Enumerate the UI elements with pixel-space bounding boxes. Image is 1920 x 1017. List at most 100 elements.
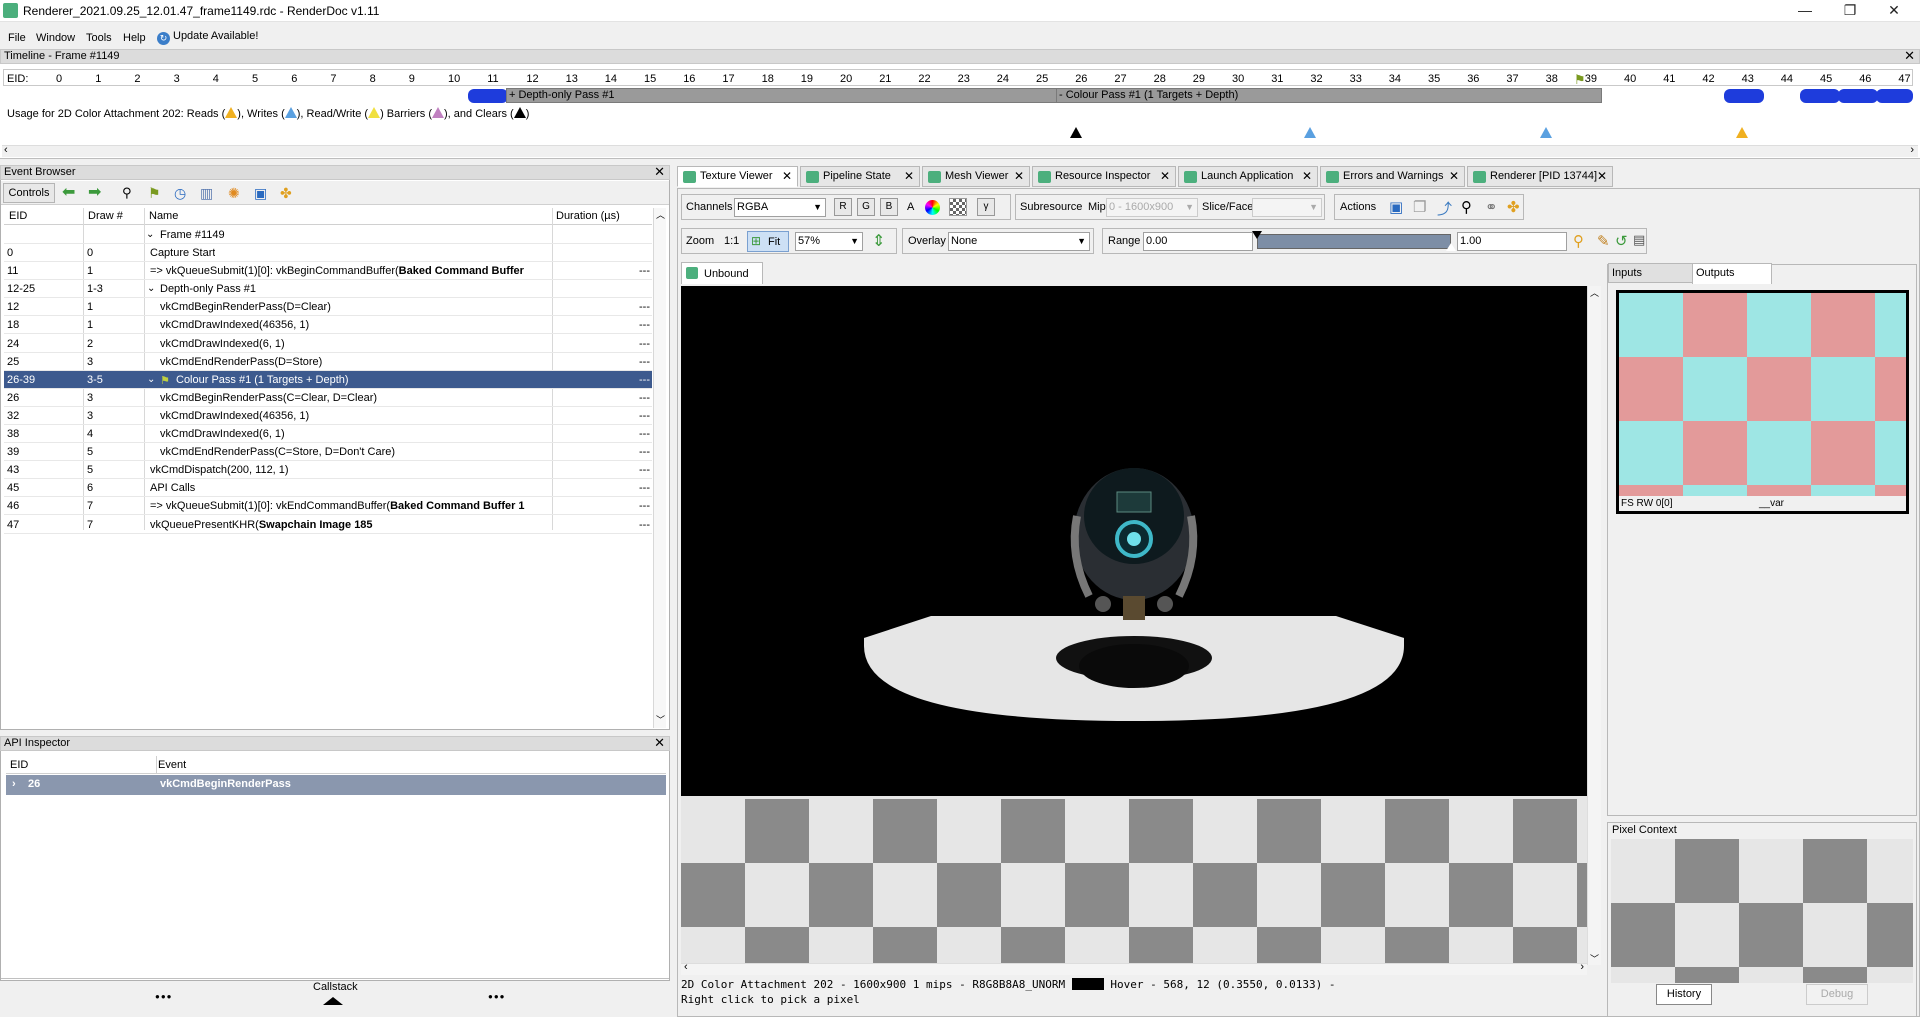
tab-errors-warnings[interactable]: Errors and Warnings ✕ — [1320, 166, 1465, 187]
controls-button[interactable]: Controls — [3, 183, 55, 203]
range-max-input[interactable]: 1.00 — [1457, 232, 1567, 251]
event-pill[interactable] — [468, 89, 508, 103]
histogram-icon[interactable]: ▤ — [1633, 232, 1645, 248]
save-icon[interactable]: ▣ — [254, 186, 270, 202]
col-draw[interactable]: Draw # — [88, 210, 123, 222]
col-eid[interactable]: EID — [9, 210, 27, 222]
texture-viewport[interactable] — [681, 286, 1587, 965]
binoculars-icon[interactable]: ⚲ — [1461, 198, 1472, 216]
table-row[interactable]: 0 0 Capture Start — [4, 244, 652, 262]
resource-link[interactable]: Swapchain Image 185 — [259, 519, 373, 531]
checkerboard-toggle-icon[interactable] — [949, 198, 967, 216]
col-eid[interactable]: EID — [10, 759, 28, 771]
fit-button[interactable]: ⊞ Fit — [747, 231, 789, 252]
table-row[interactable]: 46 7 => vkQueueSubmit(1)[0]: vkEndCommandB… — [4, 497, 652, 516]
range-min-handle[interactable] — [1252, 231, 1262, 239]
close-icon[interactable]: ✕ — [904, 167, 914, 186]
resource-link[interactable]: Baked Command Buffer — [399, 265, 524, 277]
prev-arrow-icon[interactable]: ⬅ — [62, 185, 78, 202]
scroll-left-icon[interactable]: ‹ — [4, 144, 8, 156]
scroll-right-icon[interactable]: › — [1580, 961, 1584, 973]
menu-tools[interactable]: Tools — [86, 32, 112, 44]
callstack-label[interactable]: Callstack — [313, 981, 358, 993]
close-icon[interactable]: ✕ — [782, 167, 792, 186]
scroll-right-icon[interactable]: › — [1910, 144, 1914, 156]
overlay-select[interactable]: None ▼ — [948, 232, 1090, 251]
gamma-toggle[interactable]: γ — [977, 198, 995, 216]
tab-mesh-viewer[interactable]: Mesh Viewer ✕ — [922, 166, 1030, 187]
table-row[interactable]: 26 3 vkCmdBeginRenderPass(C=Clear, D=Clear… — [4, 389, 652, 407]
puzzle-icon[interactable]: ✤ — [1507, 198, 1520, 216]
splitter-dots-right[interactable]: ●●● — [488, 992, 506, 1001]
zoom-1to1-button[interactable]: 1:1 — [724, 235, 739, 247]
channels-select[interactable]: RGBA ▼ — [734, 198, 826, 217]
puzzle-icon[interactable]: ✤ — [280, 186, 296, 202]
colour-pass-bar[interactable]: - Colour Pass #1 (1 Targets + Depth) — [1056, 88, 1602, 103]
menu-file[interactable]: File — [8, 32, 26, 44]
next-arrow-icon[interactable]: ➡ — [88, 185, 104, 202]
table-row[interactable]: 24 2 vkCmdDrawIndexed(6, 1) --- — [4, 335, 652, 353]
mip-select[interactable]: 0 - 1600x900 ▼ — [1106, 198, 1198, 217]
chevron-down-icon[interactable]: ⌄ — [147, 374, 155, 385]
reset-range-icon[interactable]: ↺ — [1615, 232, 1628, 250]
tab-resource-inspector[interactable]: Resource Inspector ✕ — [1032, 166, 1176, 187]
chevron-up-icon[interactable]: ︿ — [656, 208, 665, 221]
range-histogram-slider[interactable] — [1257, 234, 1451, 249]
write-marker[interactable] — [1304, 127, 1316, 138]
stats-icon[interactable]: ▥ — [200, 186, 216, 202]
maximize-button[interactable]: ❐ — [1830, 0, 1870, 22]
output-thumbnail[interactable]: FS RW 0[0] __var — [1616, 290, 1909, 514]
clear-marker[interactable] — [1070, 127, 1082, 138]
chevron-up-icon[interactable]: ︿ — [1590, 286, 1599, 299]
event-pill[interactable] — [1876, 89, 1913, 103]
find-binoculars-icon[interactable]: ⚲ — [122, 186, 138, 202]
update-available-link[interactable]: ↻ Update Available! — [157, 30, 258, 45]
settings-gear-icon[interactable]: ✺ — [228, 186, 244, 202]
close-window-button[interactable]: ✕ — [1874, 0, 1914, 22]
tab-texture-viewer[interactable]: Texture Viewer ✕ — [677, 166, 798, 187]
bookmark-flag-icon[interactable]: ⚑ — [148, 186, 164, 202]
table-row[interactable]: 12 1 vkCmdBeginRenderPass(D=Clear) --- — [4, 298, 652, 317]
menu-window[interactable]: Window — [36, 32, 75, 44]
chevron-down-icon[interactable]: ⌄ — [146, 229, 154, 240]
tab-renderer-pid[interactable]: Renderer [PID 13744] ✕ — [1467, 166, 1613, 187]
close-icon[interactable]: ✕ — [1160, 167, 1170, 186]
copy-icon[interactable]: ❐ — [1413, 198, 1426, 216]
history-button[interactable]: History — [1656, 984, 1712, 1005]
green-channel-toggle[interactable]: G — [857, 198, 875, 216]
table-row[interactable]: 32 3 vkCmdDrawIndexed(46356, 1) --- — [4, 407, 652, 425]
table-row[interactable]: 47 7 vkQueuePresentKHR(Swapchain Image 185… — [4, 516, 652, 534]
debug-button[interactable]: Debug — [1806, 984, 1868, 1005]
read-marker[interactable] — [1736, 127, 1748, 138]
tab-launch-application[interactable]: Launch Application ✕ — [1178, 166, 1318, 187]
viewport-vscrollbar[interactable]: ︿ ﹀ — [1587, 286, 1601, 965]
table-row[interactable]: 43 5 vkCmdDispatch(200, 112, 1) --- — [4, 461, 652, 480]
depth-pass-bar[interactable]: + Depth-only Pass #1 — [506, 88, 1098, 103]
close-icon[interactable]: ✕ — [1597, 167, 1607, 186]
alpha-channel-toggle[interactable]: A — [907, 201, 914, 213]
close-icon[interactable]: ✕ — [1014, 167, 1024, 186]
table-row[interactable]: ⌄ 12-25 1-3 Depth-only Pass #1 — [4, 280, 652, 299]
splitter-dots-left[interactable]: ●●● — [155, 992, 173, 1001]
table-row[interactable]: ⌄ ⚑ 26-39 3-5 Colour Pass #1 (1 Targets + De… — [4, 370, 652, 389]
auto-fit-icon[interactable]: ✎ — [1597, 232, 1610, 250]
tab-inputs[interactable]: Inputs — [1608, 263, 1693, 283]
table-row[interactable]: 11 1 => vkQueueSubmit(1)[0]: vkBeginComman… — [4, 262, 652, 281]
blue-channel-toggle[interactable]: B — [880, 198, 898, 216]
close-icon[interactable]: ✕ — [1904, 49, 1915, 62]
save-texture-icon[interactable]: ▣ — [1389, 198, 1403, 216]
event-pill[interactable] — [1838, 89, 1878, 103]
timeline-eid-ruler[interactable]: EID: 0 1 2 3 4 5 6 7 8 9 10 11 12 13 14 15 16 17 18 19 20 21 2… — [3, 69, 1913, 86]
tab-unbound[interactable]: Unbound — [681, 262, 763, 284]
api-call-row[interactable]: › 26 vkCmdBeginRenderPass — [6, 775, 666, 795]
resource-link[interactable]: Baked Command Buffer 1 — [390, 500, 524, 512]
close-icon[interactable]: ✕ — [1302, 167, 1312, 186]
chevron-down-icon[interactable]: ⌄ — [147, 283, 155, 294]
event-pill[interactable] — [1724, 89, 1764, 103]
zoom-range-icon[interactable]: ⚲ — [1573, 232, 1584, 250]
color-wheel-icon[interactable] — [925, 200, 940, 215]
range-min-input[interactable]: 0.00 — [1143, 232, 1253, 251]
chevron-down-icon[interactable]: ﹀ — [656, 713, 665, 726]
chevron-down-icon[interactable]: ﹀ — [1590, 952, 1599, 965]
timeline-scrollbar[interactable]: ‹ › — [2, 144, 1918, 157]
